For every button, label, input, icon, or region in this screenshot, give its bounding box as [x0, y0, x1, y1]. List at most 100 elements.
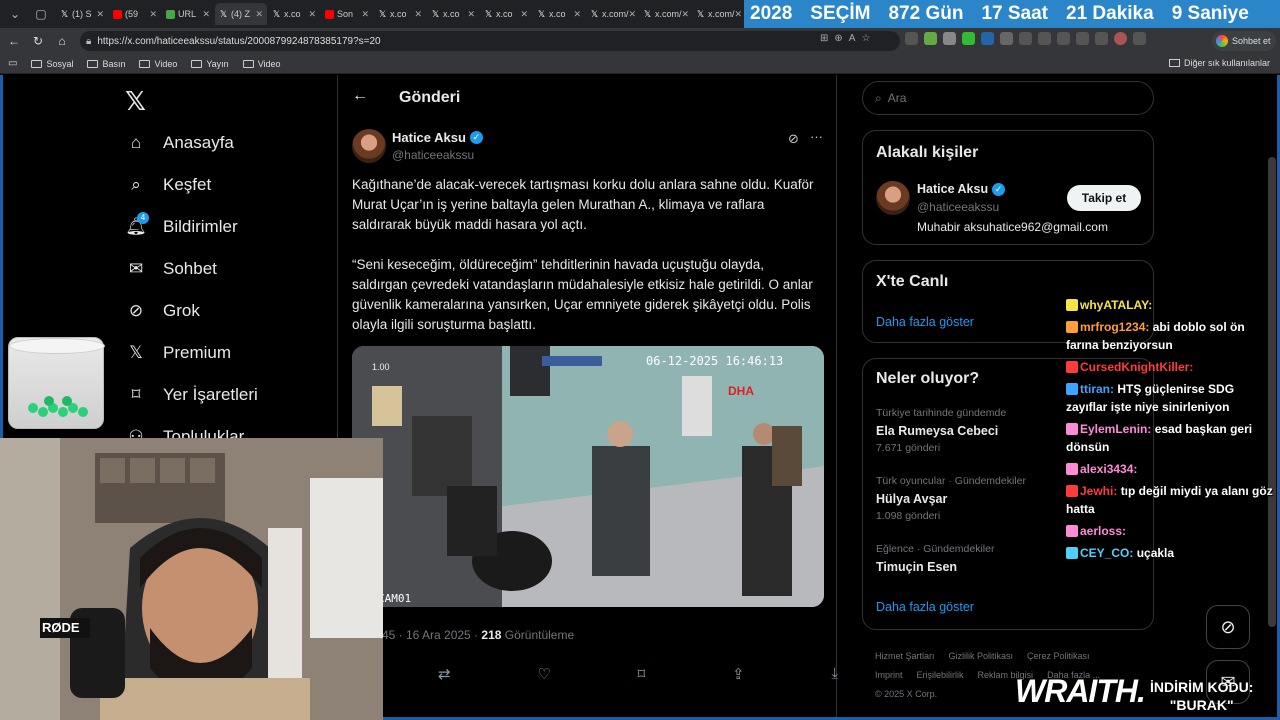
browser-tab[interactable]: 𝕏x.com/✕ — [692, 3, 744, 25]
extension-icon[interactable] — [1000, 32, 1013, 45]
apps-icon[interactable]: ⊞ — [820, 33, 828, 44]
nav-item-grok[interactable]: ⊘ Grok — [125, 300, 200, 322]
follow-button[interactable]: Takip et — [1067, 185, 1141, 211]
footer-link[interactable]: Hizmet Şartları — [875, 651, 935, 661]
related-avatar[interactable] — [876, 181, 910, 215]
home-icon[interactable]: ⌂ — [50, 31, 74, 51]
x-logo-icon[interactable]: 𝕏 — [125, 86, 146, 117]
bookmark-folder[interactable]: Basın — [87, 59, 125, 69]
browser-tab[interactable]: Son ✕ — [321, 3, 373, 25]
trends-show-more[interactable]: Daha fazla göster — [876, 600, 974, 614]
split-screen-icon[interactable] — [1019, 32, 1032, 45]
extension-icon[interactable] — [962, 32, 975, 45]
more-options-icon[interactable]: ··· — [810, 129, 823, 144]
bookmark-folder[interactable]: Sosyal — [31, 59, 73, 69]
back-icon[interactable]: ← — [2, 31, 26, 51]
browser-tab[interactable]: 𝕏x.co ✕ — [427, 3, 479, 25]
extension-icon[interactable] — [905, 32, 918, 45]
settings-more-icon[interactable] — [1133, 32, 1146, 45]
footer-link[interactable]: Gizlilik Politikası — [949, 651, 1014, 661]
refresh-icon[interactable]: ↻ — [26, 31, 50, 51]
close-tab-icon[interactable]: ✕ — [629, 9, 637, 20]
x-icon: 𝕏 — [60, 8, 69, 19]
extension-icon[interactable] — [943, 32, 956, 45]
extension-icon[interactable] — [924, 32, 937, 45]
close-tab-icon[interactable]: ✕ — [520, 9, 528, 20]
read-aloud-icon[interactable]: A — [849, 33, 856, 44]
extension-icon[interactable] — [981, 32, 994, 45]
bookmark-icon: ⌑ — [131, 385, 141, 404]
footer-link[interactable]: © 2025 X Corp. — [875, 689, 937, 699]
home-icon: ⌂ — [130, 133, 142, 152]
grok-icon[interactable]: ⊘ — [788, 131, 799, 147]
bookmark-folder[interactable]: Video — [242, 59, 281, 69]
nav-item-bookmark[interactable]: ⌑ Yer İşaretleri — [125, 384, 258, 406]
close-tab-icon[interactable]: ✕ — [255, 9, 263, 20]
tab-menu-icon[interactable]: ⌄ — [4, 3, 26, 25]
download-icon[interactable]: ⤓ — [831, 665, 838, 683]
chat-username: EylemLenin: — [1080, 422, 1152, 436]
browser-tab[interactable]: 𝕏 (1) S ✕ — [56, 3, 108, 25]
workspaces-icon[interactable]: ▢ — [30, 3, 52, 25]
collections-icon[interactable] — [1038, 32, 1051, 45]
share-icon[interactable]: ⇪ — [732, 665, 745, 683]
close-tab-icon[interactable]: ✕ — [96, 9, 104, 20]
health-icon[interactable] — [1076, 32, 1089, 45]
footer-link[interactable]: Imprint — [875, 670, 903, 680]
post-time[interactable]: 45 · 16 Ara 2025 · — [382, 628, 481, 642]
close-tab-icon[interactable]: ✕ — [682, 9, 690, 20]
close-tab-icon[interactable]: ✕ — [202, 9, 210, 20]
countdown-days: 872 Gün — [888, 3, 964, 24]
bookmark-folder[interactable]: Yayın — [191, 59, 229, 69]
close-tab-icon[interactable]: ✕ — [467, 9, 475, 20]
nav-item-search[interactable]: ⌕ Keşfet — [125, 174, 211, 196]
profile-avatar[interactable] — [1114, 32, 1127, 45]
nav-item-home[interactable]: ⌂ Anasayfa — [125, 132, 234, 154]
other-bookmarks[interactable]: Diğer sık kullanılanlar — [1168, 58, 1270, 68]
browser-tab[interactable]: URL ✕ — [162, 3, 214, 25]
copilot-button[interactable]: Sohbet et — [1212, 31, 1276, 51]
other-bookmarks-label: Diğer sık kullanılanlar — [1183, 58, 1270, 68]
browser-tab[interactable]: 𝕏x.com/✕ — [639, 3, 691, 25]
close-tab-icon[interactable]: ✕ — [735, 9, 743, 20]
browser-tab[interactable]: 𝕏x.com/✕ — [586, 3, 638, 25]
mail-icon: ✉ — [128, 259, 144, 278]
nav-item-bell[interactable]: 🔔︎ 4 Bildirimler — [125, 212, 238, 238]
url-bar[interactable]: 🔒︎ https://x.com/haticeeakssu/status/200… — [80, 31, 900, 51]
live-show-more[interactable]: Daha fazla göster — [876, 315, 974, 329]
browser-tab[interactable]: 𝕏x.co ✕ — [374, 3, 426, 25]
favorite-star-icon[interactable]: ☆ — [861, 33, 870, 44]
footer-link[interactable]: Çerez Politikası — [1027, 651, 1090, 661]
close-tab-icon[interactable]: ✕ — [361, 9, 369, 20]
search-input[interactable]: ⌕ Ara — [862, 81, 1154, 115]
related-name[interactable]: Hatice Aksu ✓ — [917, 182, 1006, 196]
nav-item-mail[interactable]: ✉ Sohbet — [125, 258, 217, 280]
download-icon[interactable] — [1095, 32, 1108, 45]
nav-item-x[interactable]: 𝕏 Premium — [125, 342, 231, 364]
post-video[interactable]: 06-12-2025 16:46:13 1.00 DHA CAM01 — [352, 346, 824, 607]
author-name[interactable]: Hatice Aksu ✓ — [392, 130, 483, 145]
browser-tab[interactable]: 𝕏x.co ✕ — [533, 3, 585, 25]
close-tab-icon[interactable]: ✕ — [149, 9, 157, 20]
like-icon[interactable]: ♡ — [537, 665, 550, 683]
browser-tab[interactable]: (59 ✕ — [109, 3, 161, 25]
zoom-icon[interactable]: ⊕ — [834, 33, 842, 44]
browser-tab[interactable]: 𝕏x.co ✕ — [480, 3, 532, 25]
grok-fab-icon[interactable]: ⊘ — [1206, 605, 1250, 649]
related-people-card: Alakalı kişiler Hatice Aksu ✓ @haticeeak… — [862, 130, 1154, 245]
favorites-icon[interactable] — [1057, 32, 1070, 45]
tab-label: x.com/ — [602, 9, 629, 19]
back-arrow-icon[interactable]: ← — [352, 87, 368, 105]
browser-tab[interactable]: 𝕏 (4) Z ✕ — [215, 3, 267, 25]
close-tab-icon[interactable]: ✕ — [308, 9, 316, 20]
bookmark-folder[interactable]: Video — [139, 59, 177, 69]
author-handle[interactable]: @haticeeakssu — [392, 148, 474, 162]
footer-link[interactable]: Erişilebilirlik — [917, 670, 964, 680]
author-avatar[interactable] — [352, 129, 386, 163]
browser-tab[interactable]: 𝕏x.co ✕ — [268, 3, 320, 25]
bookmark-icon[interactable]: ⌑ — [638, 665, 646, 683]
close-tab-icon[interactable]: ✕ — [414, 9, 422, 20]
close-tab-icon[interactable]: ✕ — [573, 9, 581, 20]
repost-icon[interactable]: ⇄ — [438, 665, 451, 683]
reading-list-icon[interactable]: ▭ — [8, 58, 17, 69]
